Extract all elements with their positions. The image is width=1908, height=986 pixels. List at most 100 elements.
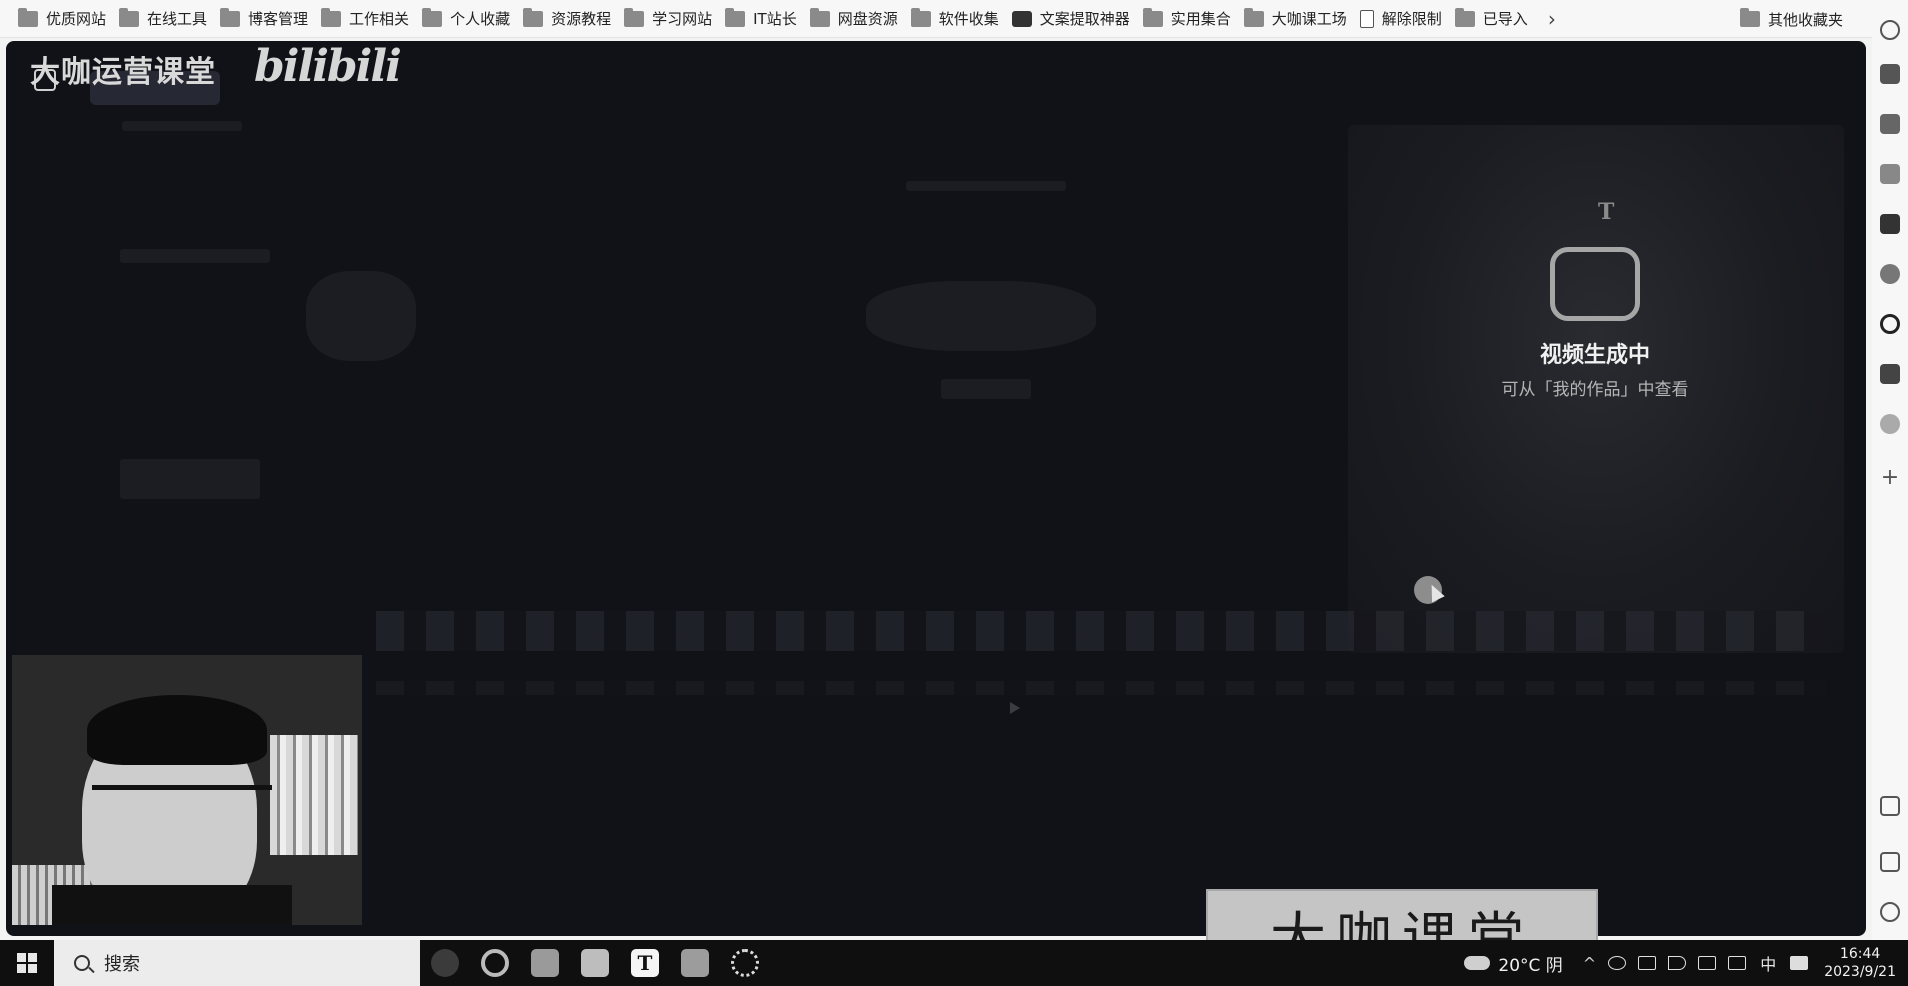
record-icon[interactable] bbox=[1608, 956, 1627, 970]
webcam-overlay bbox=[12, 655, 362, 925]
network-icon[interactable] bbox=[1638, 956, 1657, 970]
bookmark-item[interactable]: 资源教程 bbox=[519, 5, 620, 33]
bookmarks-bar: 优质网站 在线工具 博客管理 工作相关 个人收藏 资源教程 学习网站 IT站长 网盘资源 软件收集… bbox=[0, 0, 1908, 38]
bookmark-item[interactable]: 博客管理 bbox=[216, 5, 317, 33]
bookmark-label: 大咖课工场 bbox=[1271, 10, 1347, 28]
bookmark-item[interactable]: 优质网站 bbox=[14, 5, 115, 33]
weather-widget[interactable]: 20°C 阴 bbox=[1464, 951, 1563, 976]
bookmark-item[interactable]: 工作相关 bbox=[317, 5, 418, 33]
tools-icon[interactable] bbox=[1880, 264, 1900, 284]
shopping-icon[interactable] bbox=[1880, 164, 1900, 184]
faint-thumbnail bbox=[306, 271, 416, 361]
open-external-icon[interactable] bbox=[1880, 852, 1900, 872]
add-icon[interactable]: + bbox=[1880, 467, 1900, 489]
faint-caption bbox=[906, 181, 1066, 191]
search-placeholder: 搜索 bbox=[104, 954, 140, 975]
bookmark-label: 软件收集 bbox=[938, 10, 999, 28]
generating-subtitle: 可从「我的作品」中查看 bbox=[1501, 380, 1689, 400]
extension-icon[interactable] bbox=[1880, 414, 1900, 434]
circle-app-icon[interactable] bbox=[1880, 314, 1900, 334]
folder-icon bbox=[321, 7, 342, 27]
chrome-icon bbox=[481, 949, 509, 977]
bookmark-label: 个人收藏 bbox=[450, 10, 511, 28]
bookmark-item[interactable]: 实用集合 bbox=[1139, 5, 1240, 33]
text-tool-icon: T bbox=[1598, 199, 1615, 225]
generating-icon bbox=[1550, 247, 1640, 321]
screenshot-icon[interactable] bbox=[1880, 796, 1900, 816]
folder-icon bbox=[1243, 7, 1264, 27]
volume-icon[interactable] bbox=[1668, 956, 1687, 970]
game-icon[interactable] bbox=[1880, 364, 1900, 384]
briefcase-icon[interactable] bbox=[1880, 64, 1900, 84]
folder-icon bbox=[18, 7, 38, 27]
faint-button bbox=[120, 459, 260, 499]
bookmark-item[interactable]: 文案提取神器 bbox=[1008, 5, 1139, 33]
bookmark-label: 资源教程 bbox=[551, 10, 612, 28]
taskbar: 搜索 T 20°C 阴 ^ 中 16:44 2023/9/21 bbox=[0, 940, 1908, 986]
notes-icon bbox=[531, 949, 559, 977]
clock-time: 16:44 bbox=[1839, 946, 1881, 962]
faint-row bbox=[120, 249, 270, 263]
bookmark-item[interactable]: 网盘资源 bbox=[806, 5, 907, 33]
bookmark-label: IT站长 bbox=[753, 10, 797, 28]
battery-icon[interactable] bbox=[1728, 956, 1747, 970]
faint-figure bbox=[866, 281, 1096, 351]
ime-indicator[interactable]: 中 bbox=[1760, 951, 1776, 975]
taskbar-app-explorer[interactable] bbox=[670, 940, 720, 986]
folder-icon bbox=[1142, 7, 1163, 27]
bookmark-item[interactable]: 软件收集 bbox=[907, 5, 1008, 33]
start-button[interactable] bbox=[0, 940, 54, 986]
flower-icon bbox=[731, 949, 759, 977]
chevron-up-icon[interactable]: ^ bbox=[1583, 954, 1596, 973]
taskbar-app-notes[interactable] bbox=[520, 940, 570, 986]
windows-icon bbox=[17, 953, 37, 973]
obs-icon bbox=[431, 949, 459, 977]
folder-icon bbox=[523, 7, 544, 27]
clock-date: 2023/9/21 bbox=[1824, 964, 1896, 980]
bilibili-logo: bilibili bbox=[254, 41, 402, 92]
bookmark-label: 在线工具 bbox=[147, 10, 208, 28]
settings-icon[interactable] bbox=[1880, 902, 1900, 922]
app-badge-icon bbox=[1011, 10, 1032, 27]
folder-icon bbox=[119, 7, 140, 27]
faint-heading bbox=[122, 121, 242, 131]
bookmark-item[interactable]: 已导入 bbox=[1451, 5, 1537, 33]
paint-icon bbox=[581, 949, 609, 977]
bookmark-label: 博客管理 bbox=[248, 10, 309, 28]
office-icon[interactable] bbox=[1880, 114, 1900, 134]
bookmark-item[interactable]: 解除限制 bbox=[1356, 5, 1451, 33]
bookmark-item[interactable]: IT站长 bbox=[721, 5, 806, 33]
folder-icon bbox=[624, 7, 645, 27]
bing-icon[interactable] bbox=[1880, 214, 1900, 234]
search-icon[interactable] bbox=[1880, 20, 1900, 40]
bookmark-label: 学习网站 bbox=[652, 10, 713, 28]
taskbar-app-paint[interactable] bbox=[570, 940, 620, 986]
folder-icon bbox=[220, 7, 241, 27]
folder-icon bbox=[681, 949, 709, 977]
presenter-hair bbox=[87, 695, 267, 765]
bookmark-item[interactable]: 大咖课工场 bbox=[1240, 5, 1356, 33]
folder-icon bbox=[1740, 8, 1760, 27]
chevron-right-icon[interactable]: › bbox=[1537, 7, 1567, 31]
taskbar-app-typora[interactable]: T bbox=[620, 940, 670, 986]
bookmark-item[interactable]: 个人收藏 bbox=[418, 5, 519, 33]
bookmark-label: 解除限制 bbox=[1381, 10, 1442, 28]
display-icon[interactable] bbox=[1698, 956, 1717, 970]
sogou-icon[interactable] bbox=[1790, 956, 1809, 970]
bookmark-item[interactable]: 在线工具 bbox=[115, 5, 216, 33]
clock[interactable]: 16:44 2023/9/21 bbox=[1824, 945, 1896, 981]
presenter-shirt bbox=[52, 885, 292, 925]
other-bookmarks[interactable]: 其他收藏夹 bbox=[1740, 5, 1843, 33]
taskbar-search[interactable]: 搜索 bbox=[54, 940, 420, 986]
bookmark-item[interactable]: 学习网站 bbox=[620, 5, 721, 33]
taskbar-app-flower[interactable] bbox=[720, 940, 770, 986]
play-icon[interactable] bbox=[1010, 702, 1020, 714]
folder-icon bbox=[422, 7, 443, 27]
browser-sidebar: + bbox=[1872, 0, 1908, 940]
folder-icon bbox=[809, 7, 830, 27]
taskbar-app-chrome[interactable] bbox=[470, 940, 520, 986]
folder-icon bbox=[1454, 7, 1475, 27]
taskbar-app-obs[interactable] bbox=[420, 940, 470, 986]
system-tray: 20°C 阴 ^ 中 16:44 2023/9/21 bbox=[1464, 940, 1908, 986]
cloud-icon bbox=[1464, 956, 1491, 970]
